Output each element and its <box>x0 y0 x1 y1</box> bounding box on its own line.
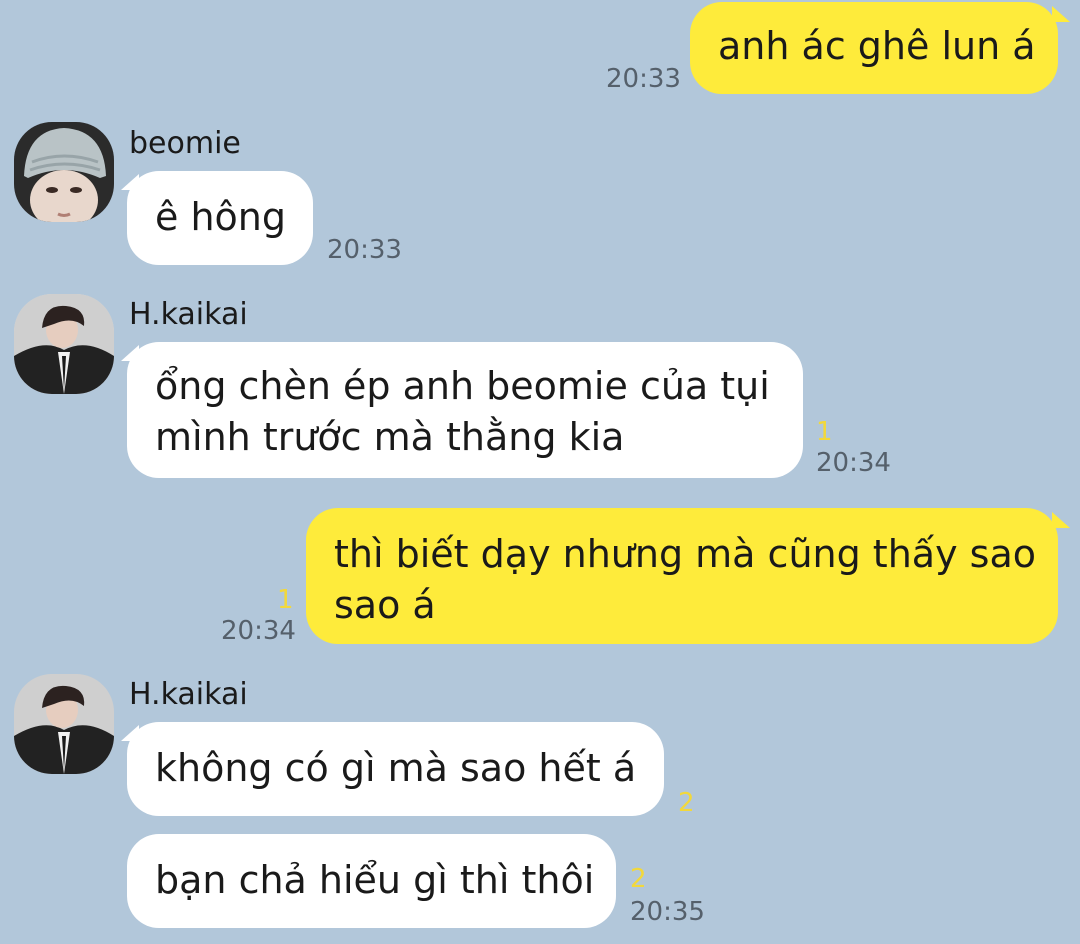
unread-count: 2 <box>678 788 695 818</box>
sender-name: beomie <box>129 126 241 161</box>
message-timestamp: 20:33 <box>327 235 402 265</box>
sender-avatar[interactable] <box>14 122 114 222</box>
incoming-message-bubble[interactable]: ổng chèn ép anh beomie của tụi mình trướ… <box>127 342 803 478</box>
incoming-message-bubble[interactable]: ê hông <box>127 171 313 265</box>
unread-count: 1 <box>277 585 294 615</box>
message-timestamp: 20:34 <box>221 616 296 646</box>
unread-count: 1 <box>816 417 833 447</box>
sender-avatar[interactable] <box>14 674 114 774</box>
message-text: ê hông <box>155 195 286 239</box>
message-timestamp: 20:35 <box>630 897 705 927</box>
unread-count: 2 <box>630 864 647 894</box>
incoming-message-bubble[interactable]: bạn chả hiểu gì thì thôi <box>127 834 616 928</box>
message-text-line: mình trước mà thằng kia <box>155 415 625 459</box>
message-text-line: sao á <box>334 583 436 627</box>
message-text: anh ác ghê lun á <box>718 24 1036 68</box>
message-text: không có gì mà sao hết á <box>155 746 637 790</box>
message-text-line: ổng chèn ép anh beomie của tụi <box>155 364 770 408</box>
message-text: bạn chả hiểu gì thì thôi <box>155 858 595 902</box>
outgoing-message-bubble[interactable]: anh ác ghê lun á <box>690 2 1058 94</box>
message-timestamp: 20:33 <box>606 64 681 94</box>
avatar-photo-suit-icon <box>14 294 114 394</box>
sender-name: H.kaikai <box>129 297 248 332</box>
message-text-line: thì biết dạy nhưng mà cũng thấy sao <box>334 532 1036 576</box>
sender-avatar[interactable] <box>14 294 114 394</box>
outgoing-message-bubble[interactable]: thì biết dạy nhưng mà cũng thấy sao sao … <box>306 508 1058 644</box>
message-timestamp: 20:34 <box>816 448 891 478</box>
sender-name: H.kaikai <box>129 677 248 712</box>
avatar-photo-beanie-icon <box>14 122 114 222</box>
incoming-message-bubble[interactable]: không có gì mà sao hết á <box>127 722 664 816</box>
avatar-photo-suit-icon <box>14 674 114 774</box>
